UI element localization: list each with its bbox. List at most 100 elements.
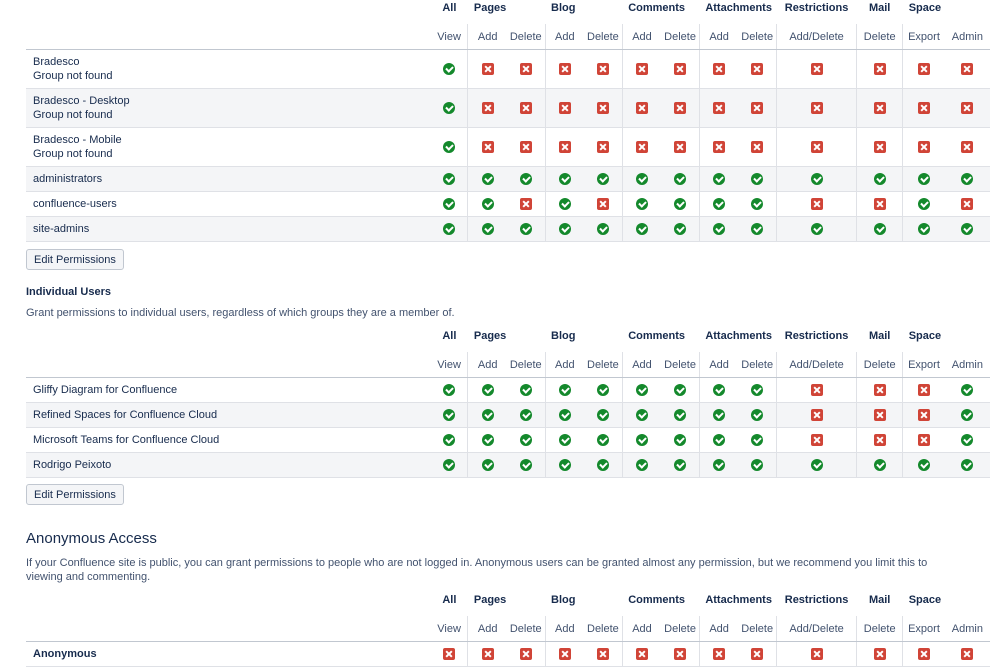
cross-square-icon [443,648,456,661]
permission-cell [544,127,585,167]
row-name: Rodrigo Peixoto [33,459,112,471]
individual-permissions-table: All Pages Blog Comments Attachments Restricti… [26,328,990,478]
cross-square-icon [961,648,974,661]
permission-cell [698,191,739,217]
check-circle-icon [674,459,687,472]
check-circle-icon [751,223,764,236]
cross-square-icon [558,648,571,661]
subheader-delete: Delete [661,616,700,642]
subheader-delete: Delete [584,24,623,50]
row-name-cell: site-admins [26,217,431,242]
permission-cell [431,217,468,242]
check-circle-icon [917,223,930,236]
cross-square-icon [519,63,532,76]
permission-cell [738,642,776,667]
subheader-delete: Delete [584,352,623,378]
header-space: Space [908,2,942,14]
permission-cell [584,378,622,403]
permission-cell [584,192,622,217]
check-circle-icon [635,198,648,211]
check-circle-icon [674,409,687,422]
edit-group-permissions-button[interactable]: Edit Permissions [26,249,124,270]
permission-cell [431,428,468,453]
subheader-add-delete: Add/Delete [775,24,857,50]
check-circle-icon [873,223,886,236]
check-circle-icon [961,384,974,397]
check-circle-icon [558,198,571,211]
subheader-add: Add [621,24,662,50]
row-name: Anonymous [33,648,97,660]
subheader-view: View [430,616,468,642]
permission-cell [775,402,857,428]
check-circle-icon [481,459,494,472]
anonymous-access-title: Anonymous Access [26,530,157,547]
cross-square-icon [674,102,687,115]
permission-cell [856,127,903,167]
permission-cell [945,50,990,89]
check-circle-icon [635,409,648,422]
permission-cell [431,167,468,192]
permission-cell [544,452,585,478]
permission-cell [945,642,990,667]
permission-cell [661,453,699,478]
check-circle-icon [558,223,571,236]
check-circle-icon [751,409,764,422]
cross-square-icon [596,102,609,115]
check-circle-icon [481,434,494,447]
permission-cell [584,428,622,453]
permission-cell [431,192,468,217]
check-circle-icon [674,173,687,186]
check-circle-icon [596,434,609,447]
permission-cell [584,50,622,89]
permission-cell [621,191,662,217]
cross-square-icon [917,384,930,397]
check-circle-icon [674,384,687,397]
cross-square-icon [519,141,532,154]
edit-individual-permissions-button[interactable]: Edit Permissions [26,484,124,505]
permission-cell [775,127,857,167]
row-name: Refined Spaces for Confluence Cloud [33,409,218,421]
permission-cell [945,167,990,192]
cross-square-icon [961,141,974,154]
permission-cell [661,128,699,167]
permission-cell [621,377,662,403]
permission-cell [431,642,468,667]
permission-cell [431,89,468,128]
table-row: Bradesco - Desktop Group not found [26,88,990,128]
check-circle-icon [917,459,930,472]
permission-cell [621,88,662,128]
permission-cell [584,128,622,167]
check-circle-icon [961,409,974,422]
row-name-cell: Anonymous [26,642,431,667]
check-circle-icon [635,434,648,447]
permission-cell [738,128,776,167]
header-attachments: Attachments [705,2,772,14]
cross-square-icon [917,63,930,76]
check-circle-icon [558,173,571,186]
subheader-add: Add [621,352,662,378]
permission-cell [431,50,468,89]
permission-cell [621,452,662,478]
subheader-export: Export [902,616,945,642]
check-circle-icon [751,384,764,397]
header-blog: Blog [551,2,576,14]
check-circle-icon [713,173,726,186]
check-circle-icon [481,409,494,422]
permission-cell [467,49,507,89]
cross-square-icon [596,63,609,76]
permission-cell [738,403,776,428]
header-space: Space [908,594,942,606]
permission-cell [431,378,468,403]
check-circle-icon [917,173,930,186]
subheader-delete: Delete [738,24,777,50]
permission-cell [507,403,545,428]
permission-cell [621,49,662,89]
check-circle-icon [713,198,726,211]
check-circle-icon [519,459,532,472]
permission-cell [507,217,545,242]
permission-cell [661,378,699,403]
permission-cell [856,166,903,192]
cross-square-icon [751,141,764,154]
check-circle-icon [443,63,456,76]
permission-cell [467,377,507,403]
